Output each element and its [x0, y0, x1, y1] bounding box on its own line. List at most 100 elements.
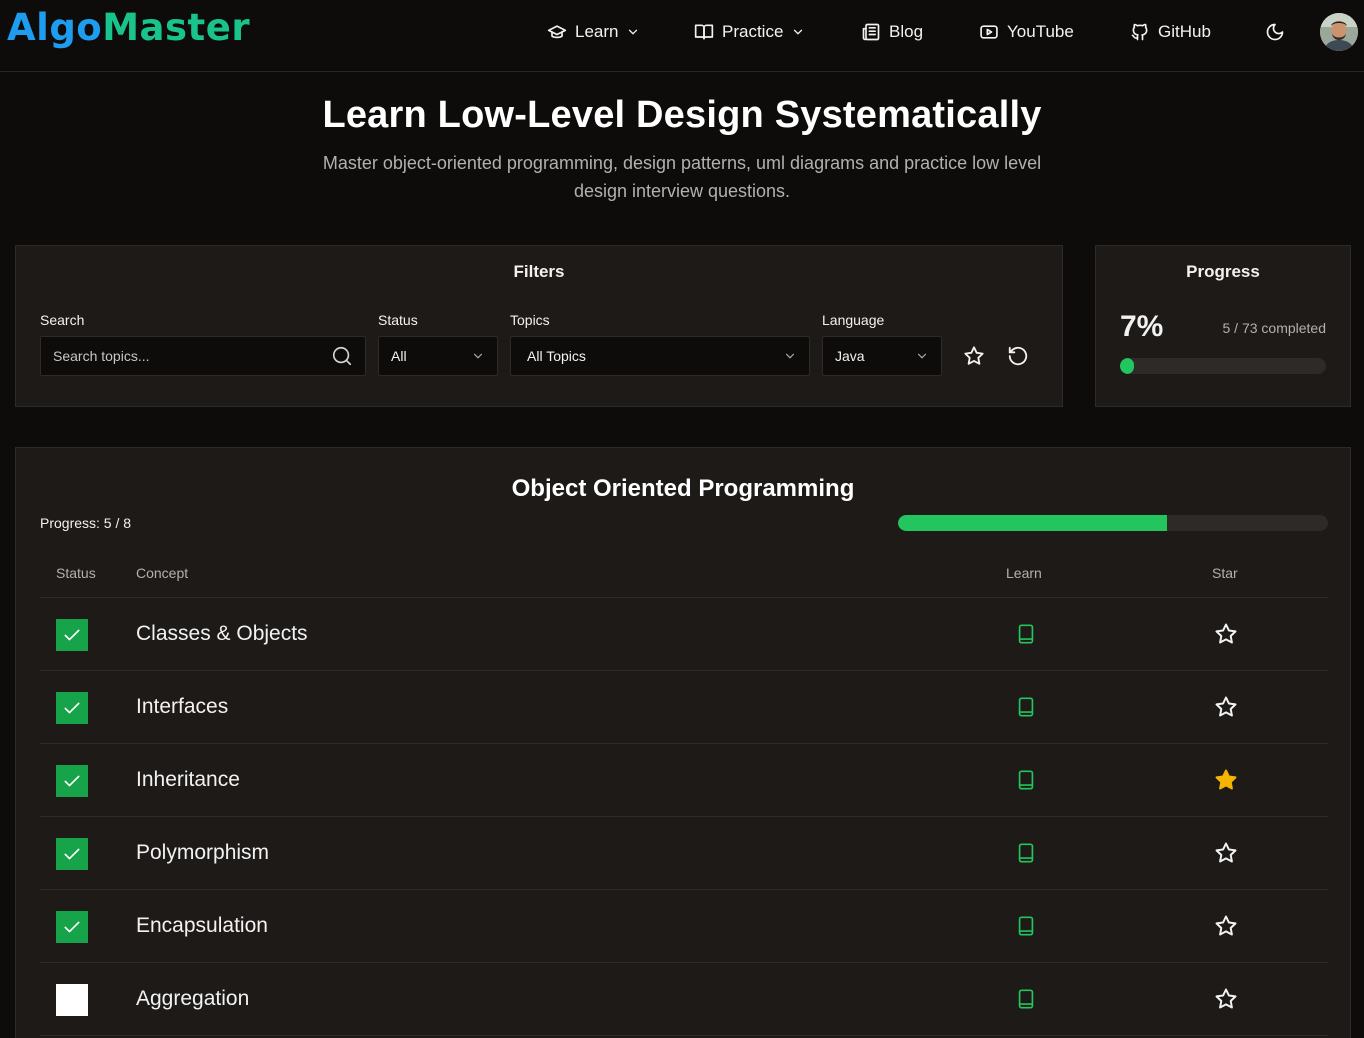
- book-icon: [1015, 915, 1037, 937]
- language-label: Language: [822, 312, 884, 328]
- nav-github-label: GitHub: [1158, 22, 1211, 42]
- column-header-concept: Concept: [136, 565, 188, 581]
- learn-button[interactable]: [1014, 914, 1038, 938]
- concept-name[interactable]: Polymorphism: [136, 841, 269, 865]
- book-icon: [1015, 842, 1037, 864]
- nav-github[interactable]: GitHub: [1130, 18, 1211, 46]
- nav-learn[interactable]: Learn: [547, 18, 640, 46]
- oop-section: Object Oriented Programming Progress: 5 …: [15, 447, 1351, 1038]
- concept-name[interactable]: Inheritance: [136, 768, 240, 792]
- topics-label: Topics: [510, 312, 550, 328]
- table-row: Polymorphism: [40, 817, 1328, 890]
- star-icon: [1214, 914, 1238, 938]
- status-label: Status: [378, 312, 418, 328]
- search-label: Search: [40, 312, 84, 328]
- concept-name[interactable]: Interfaces: [136, 695, 228, 719]
- star-button[interactable]: [1214, 622, 1238, 646]
- status-checkbox[interactable]: [56, 619, 88, 651]
- book-icon: [1015, 623, 1037, 645]
- learn-button[interactable]: [1014, 622, 1038, 646]
- column-header-star: Star: [1212, 565, 1238, 581]
- theme-toggle-button[interactable]: [1262, 19, 1288, 45]
- overall-progress-fill: [1120, 358, 1134, 374]
- github-icon: [1130, 22, 1150, 42]
- search-field: [40, 336, 366, 376]
- star-icon: [963, 345, 985, 367]
- progress-title: Progress: [1096, 262, 1350, 282]
- chevron-down-icon: [915, 349, 929, 363]
- avatar-photo-icon: [1320, 13, 1358, 51]
- book-icon: [1015, 696, 1037, 718]
- nav-youtube-label: YouTube: [1007, 22, 1074, 42]
- section-progress-fill: [898, 515, 1167, 531]
- page-subtitle: Master object-oriented programming, desi…: [312, 149, 1052, 205]
- chevron-down-icon: [783, 349, 797, 363]
- starred-filter-button[interactable]: [962, 344, 986, 368]
- nav-practice[interactable]: Practice: [694, 18, 805, 46]
- top-navbar: AlgoMaster Learn Practice Blog YouTube G…: [0, 0, 1364, 72]
- filters-panel: Filters Search Status All Topics All Top…: [15, 245, 1063, 407]
- progress-percent: 7%: [1120, 310, 1163, 344]
- star-button[interactable]: [1214, 768, 1238, 792]
- concept-name[interactable]: Encapsulation: [136, 914, 268, 938]
- nav-blog[interactable]: Blog: [861, 18, 923, 46]
- status-select-value: All: [391, 348, 407, 364]
- check-icon: [62, 844, 82, 864]
- table-row: Classes & Objects: [40, 598, 1328, 671]
- status-checkbox[interactable]: [56, 692, 88, 724]
- overall-progress-bar: [1120, 358, 1326, 374]
- topics-select-value: All Topics: [527, 348, 586, 364]
- section-progress-text: Progress: 5 / 8: [40, 515, 131, 531]
- chevron-down-icon: [471, 349, 485, 363]
- user-avatar[interactable]: [1320, 13, 1358, 51]
- nav-blog-label: Blog: [889, 22, 923, 42]
- logo-part-algo: Algo: [7, 6, 102, 49]
- search-input[interactable]: [53, 348, 313, 364]
- star-button[interactable]: [1214, 695, 1238, 719]
- language-select[interactable]: Java: [822, 336, 942, 376]
- status-checkbox[interactable]: [56, 765, 88, 797]
- column-header-learn: Learn: [1006, 565, 1042, 581]
- moon-icon: [1265, 22, 1285, 42]
- book-icon: [1015, 769, 1037, 791]
- star-button[interactable]: [1214, 987, 1238, 1011]
- status-checkbox[interactable]: [56, 911, 88, 943]
- book-icon: [1015, 988, 1037, 1010]
- concept-name[interactable]: Aggregation: [136, 987, 249, 1011]
- graduation-cap-icon: [547, 22, 567, 42]
- table-row: Encapsulation: [40, 890, 1328, 963]
- learn-button[interactable]: [1014, 841, 1038, 865]
- star-icon: [1214, 841, 1238, 865]
- language-select-value: Java: [835, 348, 865, 364]
- star-icon: [1214, 622, 1238, 646]
- check-icon: [62, 917, 82, 937]
- concept-name[interactable]: Classes & Objects: [136, 622, 308, 646]
- star-icon: [1214, 987, 1238, 1011]
- reset-filters-button[interactable]: [1006, 344, 1030, 368]
- book-open-icon: [694, 22, 714, 42]
- nav-practice-label: Practice: [722, 22, 783, 42]
- status-checkbox[interactable]: [56, 838, 88, 870]
- learn-button[interactable]: [1014, 695, 1038, 719]
- topics-select[interactable]: All Topics: [510, 336, 810, 376]
- chevron-down-icon: [791, 25, 805, 39]
- star-button[interactable]: [1214, 914, 1238, 938]
- check-icon: [62, 625, 82, 645]
- learn-button[interactable]: [1014, 987, 1038, 1011]
- learn-button[interactable]: [1014, 768, 1038, 792]
- progress-panel: Progress 7% 5 / 73 completed: [1095, 245, 1351, 407]
- newspaper-icon: [861, 22, 881, 42]
- star-icon: [1214, 768, 1238, 792]
- filters-title: Filters: [16, 262, 1062, 282]
- section-progress-bar: [898, 515, 1328, 531]
- search-icon[interactable]: [331, 345, 353, 367]
- status-select[interactable]: All: [378, 336, 498, 376]
- check-icon: [62, 698, 82, 718]
- algomaster-logo[interactable]: AlgoMaster: [7, 6, 250, 50]
- check-icon: [62, 771, 82, 791]
- star-button[interactable]: [1214, 841, 1238, 865]
- status-checkbox[interactable]: [56, 984, 88, 1016]
- youtube-icon: [979, 22, 999, 42]
- nav-youtube[interactable]: YouTube: [979, 18, 1074, 46]
- section-title: Object Oriented Programming: [16, 475, 1350, 503]
